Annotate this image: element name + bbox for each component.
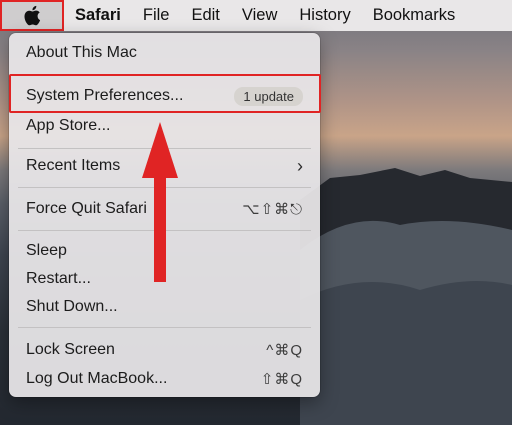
up-arrow-icon <box>142 122 178 282</box>
annotation-arrow-layer <box>142 122 178 282</box>
